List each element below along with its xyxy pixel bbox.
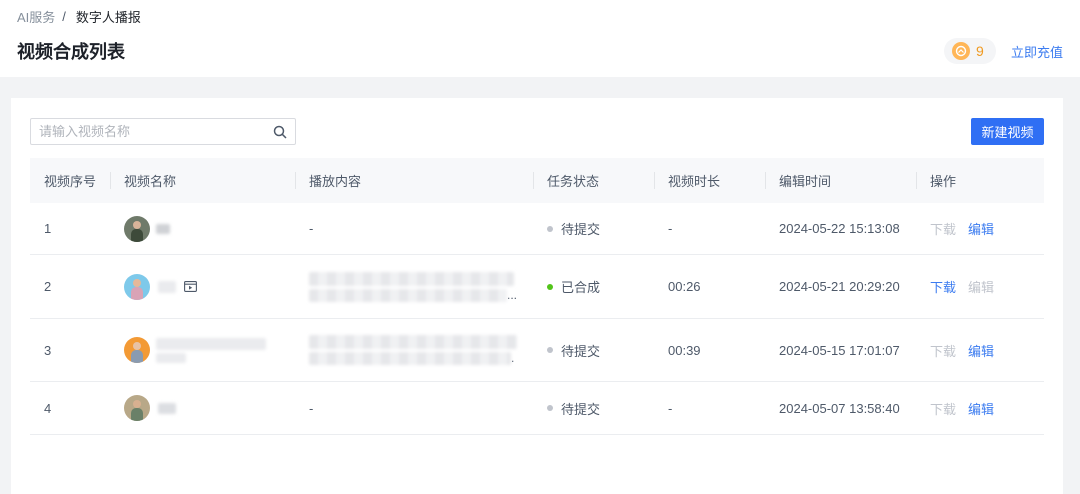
status-text: 待提交	[561, 222, 601, 237]
download-button[interactable]: 下载	[930, 399, 956, 418]
play-content: -	[309, 221, 314, 236]
edit-time: 2024-05-07 13:58:40	[779, 400, 900, 416]
actions-cell: 下载 编辑	[916, 203, 1044, 254]
duration: -	[668, 221, 673, 236]
edit-button[interactable]: 编辑	[968, 341, 994, 360]
avatar	[124, 395, 150, 421]
video-name-redacted	[156, 352, 186, 363]
status-dot	[547, 347, 553, 353]
avatar	[124, 337, 150, 363]
edit-button[interactable]: 编辑	[968, 219, 994, 238]
row-index: 1	[44, 221, 52, 236]
breadcrumb-root[interactable]: AI服务	[17, 7, 55, 26]
play-content-redacted	[309, 271, 514, 286]
status-dot	[547, 405, 553, 411]
video-name-redacted	[156, 223, 170, 234]
status-cell: 待提交	[533, 319, 654, 381]
play-content-redacted	[309, 288, 507, 302]
row-index: 2	[44, 279, 52, 294]
status-text: 待提交	[561, 343, 601, 359]
status-dot	[547, 283, 553, 290]
column-header: 操作	[916, 158, 1044, 203]
column-header: 任务状态	[533, 158, 654, 203]
coin-balance: 9	[944, 38, 996, 64]
recharge-link[interactable]: 立即充值	[1011, 42, 1063, 61]
video-table: 视频序号 视频名称 播放内容 任务状态 视频时长 编辑时间 操作 1 - 待提交…	[30, 158, 1044, 435]
search-icon[interactable]	[265, 125, 295, 139]
video-name-redacted	[156, 337, 266, 350]
column-header: 播放内容	[295, 158, 533, 203]
download-button[interactable]: 下载	[930, 219, 956, 238]
column-header: 视频序号	[44, 174, 97, 189]
table-row: 1 - 待提交 - 2024-05-22 15:13:08 下载 编辑	[30, 203, 1044, 255]
coin-count: 9	[976, 43, 984, 59]
status-cell: 待提交	[533, 203, 654, 254]
duration: 00:39	[668, 342, 701, 358]
duration: -	[668, 400, 673, 416]
status-text: 已合成	[561, 280, 601, 295]
column-header: 视频名称	[110, 158, 295, 203]
status-cell: 待提交	[533, 382, 654, 434]
search-box	[30, 118, 296, 145]
duration: 00:26	[668, 279, 701, 294]
breadcrumb-separator: /	[62, 9, 66, 24]
video-name-cell	[110, 255, 295, 318]
row-index: 4	[44, 400, 52, 416]
table-row: 2 ... 已合成 00:26 2024-05-21 20:29:20 下载 编…	[30, 255, 1044, 319]
download-button[interactable]: 下载	[930, 277, 956, 296]
edit-button[interactable]: 编辑	[968, 277, 994, 296]
table-row: 4 - 待提交 - 2024-05-07 13:58:40 下载 编辑	[30, 382, 1044, 435]
actions-cell: 下载 编辑	[916, 382, 1044, 434]
status-cell: 已合成	[533, 255, 654, 318]
new-video-button[interactable]: 新建视频	[971, 118, 1044, 145]
breadcrumb: AI服务 / 数字人播报	[17, 7, 141, 26]
edit-time: 2024-05-22 15:13:08	[779, 221, 900, 236]
play-content-ellipsis: .	[511, 351, 515, 365]
play-content: -	[309, 400, 314, 416]
avatar	[124, 273, 150, 300]
actions-cell: 下载 编辑	[916, 319, 1044, 381]
video-list-card: 新建视频 视频序号 视频名称 播放内容 任务状态 视频时长 编辑时间 操作 1 …	[11, 98, 1063, 494]
coin-icon	[952, 42, 970, 60]
column-header: 编辑时间	[765, 158, 916, 203]
video-name-redacted	[158, 280, 176, 293]
column-header: 视频时长	[654, 158, 765, 203]
video-name-cell	[110, 382, 295, 434]
video-name-redacted	[158, 402, 176, 414]
page-header: AI服务 / 数字人播报 视频合成列表 9 立即充值	[0, 0, 1080, 77]
avatar	[124, 215, 150, 242]
play-content-redacted	[309, 352, 511, 365]
search-input[interactable]	[31, 119, 265, 144]
download-button[interactable]: 下载	[930, 341, 956, 360]
breadcrumb-current: 数字人播报	[75, 10, 141, 25]
play-content: ...	[295, 255, 533, 318]
video-name-cell	[110, 203, 295, 254]
table-row: 3 . 待提交 00:39 2024-05-15 17:01:07 下载 编辑	[30, 319, 1044, 382]
actions-cell: 下载 编辑	[916, 255, 1044, 318]
page-title: 视频合成列表	[17, 42, 125, 62]
status-dot	[547, 225, 553, 232]
play-content: .	[295, 319, 533, 381]
edit-button[interactable]: 编辑	[968, 399, 994, 418]
play-content-ellipsis: ...	[507, 287, 518, 302]
row-index: 3	[44, 342, 52, 358]
video-name-cell	[110, 319, 295, 381]
edit-time: 2024-05-21 20:29:20	[779, 279, 900, 294]
table-header: 视频序号 视频名称 播放内容 任务状态 视频时长 编辑时间 操作	[30, 158, 1044, 203]
video-preview-icon[interactable]	[184, 281, 197, 292]
play-content-redacted	[309, 335, 517, 349]
edit-time: 2024-05-15 17:01:07	[779, 342, 900, 358]
status-text: 待提交	[561, 401, 601, 417]
